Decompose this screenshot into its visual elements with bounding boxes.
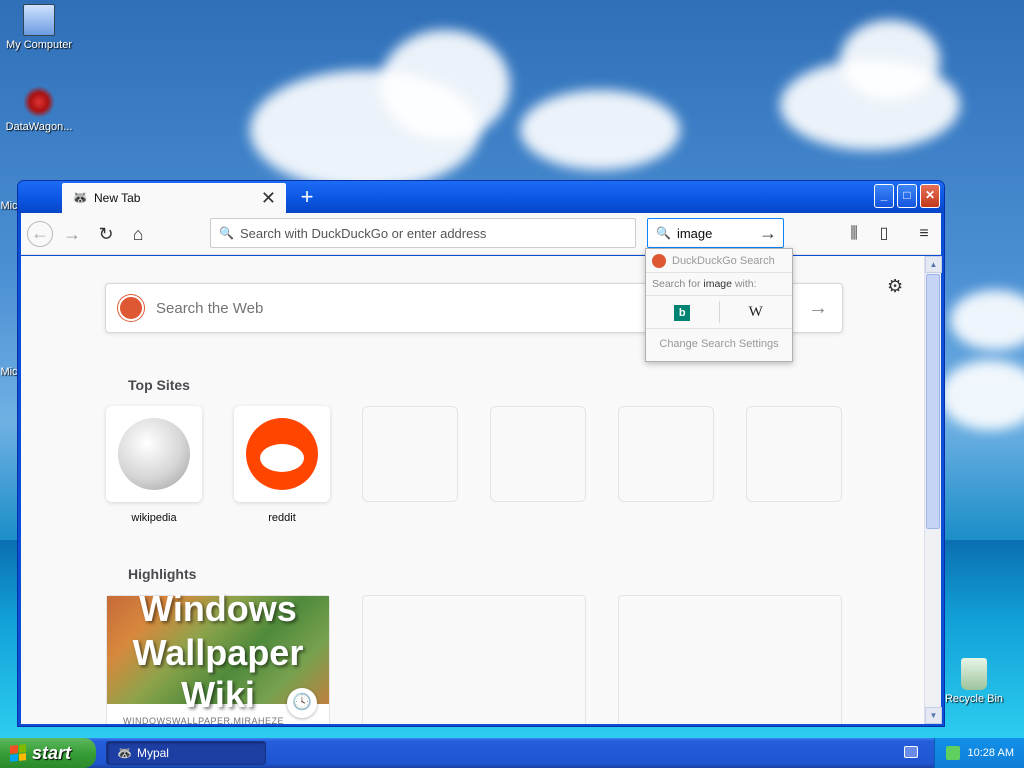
top-site-label: reddit — [268, 512, 296, 524]
tab-close-icon[interactable]: ✕ — [261, 189, 276, 207]
taskbar: start 🦝 Mypal 10:28 AM — [0, 738, 1024, 768]
search-for-suffix: with: — [734, 278, 757, 290]
search-suggestions-popup: DuckDuckGo Search Search for image with:… — [645, 248, 793, 362]
desktop-icon-label: Recycle Bin — [944, 693, 1004, 705]
desktop-icon-label: DataWagon... — [5, 121, 73, 133]
highlight-card[interactable]: Windows Wallpaper Wiki 🕓 WINDOWSWALLPAPE… — [106, 590, 330, 724]
highlight-thumbnail: Windows Wallpaper Wiki — [107, 590, 329, 714]
top-site-empty[interactable] — [490, 406, 586, 502]
popup-engine-header[interactable]: DuckDuckGo Search — [646, 249, 792, 273]
network-icon[interactable] — [945, 746, 960, 760]
mypal-favicon-icon: 🦝 — [72, 190, 89, 205]
clock[interactable]: 10:28 AM — [968, 747, 1014, 759]
engine-bing-button[interactable]: b — [646, 301, 720, 323]
search-go-arrow-icon[interactable]: → — [759, 223, 783, 244]
change-search-settings[interactable]: Change Search Settings — [646, 329, 792, 359]
browser-window: 🦝 New Tab ✕ + _ □ ✕ ← → ↻ ⌂ 🔍 Search wit… — [17, 180, 945, 727]
search-icon: 🔍 — [219, 226, 234, 240]
datawagon-icon — [23, 86, 55, 118]
clock-icon: 🕓 — [287, 688, 317, 718]
gear-icon[interactable]: ⚙ — [887, 276, 903, 297]
desktop-icon-label: My Computer — [5, 39, 73, 51]
nav-toolbar: ← → ↻ ⌂ 🔍 Search with DuckDuckGo or ente… — [21, 213, 941, 255]
sidebar-icon[interactable]: ▯ — [871, 221, 897, 247]
close-button[interactable]: ✕ — [920, 184, 940, 208]
reddit-icon — [246, 418, 318, 490]
top-site-wikipedia[interactable] — [106, 406, 202, 502]
search-for-text: Search for image with: — [646, 273, 792, 295]
mypal-icon: 🦝 — [117, 746, 132, 760]
start-label: start — [32, 742, 72, 763]
home-button[interactable]: ⌂ — [125, 221, 151, 247]
search-for-prefix: Search for — [652, 278, 701, 290]
menu-icon[interactable]: ≡ — [911, 221, 937, 247]
highlight-empty — [362, 595, 586, 724]
title-bar[interactable]: 🦝 New Tab ✕ + _ □ ✕ — [18, 181, 944, 213]
desktop-icon-my-computer[interactable]: My Computer — [0, 4, 78, 51]
scroll-down-icon[interactable]: ▼ — [925, 707, 942, 724]
desktop-icon-label: Mic — [0, 366, 18, 378]
reload-button[interactable]: ↻ — [93, 221, 119, 247]
taskbar-item-label: Mypal — [136, 746, 169, 760]
recycle-bin-icon — [961, 658, 987, 690]
search-for-term: image — [703, 278, 732, 290]
highlight-domain: WINDOWSWALLPAPER.MIRAHEZE — [123, 716, 285, 724]
vertical-scrollbar[interactable]: ▲ ▼ — [924, 256, 942, 724]
library-icon[interactable]: ⫼ — [841, 221, 867, 247]
keyboard-icon[interactable] — [904, 746, 918, 758]
highlight-empty — [618, 595, 842, 724]
search-bar[interactable]: 🔍 image → — [647, 218, 784, 248]
wikipedia-icon: W — [748, 304, 763, 320]
scroll-up-icon[interactable]: ▲ — [925, 256, 942, 273]
top-site-label: wikipedia — [131, 512, 177, 524]
maximize-button[interactable]: □ — [897, 184, 917, 208]
new-tab-button[interactable]: + — [294, 185, 320, 211]
highlights-title: Highlights — [128, 566, 197, 582]
one-off-engines: b W — [646, 295, 792, 329]
tab-new-tab[interactable]: 🦝 New Tab ✕ — [62, 183, 286, 213]
wikipedia-icon — [118, 418, 190, 490]
windows-logo-icon — [10, 744, 26, 762]
engine-header-label: DuckDuckGo Search — [672, 254, 775, 267]
scroll-thumb[interactable] — [926, 274, 940, 529]
back-button[interactable]: ← — [27, 221, 53, 247]
tab-title: New Tab — [94, 191, 141, 205]
top-site-reddit[interactable] — [234, 406, 330, 502]
url-placeholder: Search with DuckDuckGo or enter address — [239, 225, 487, 241]
desktop-icon-datawagon[interactable]: DataWagon... — [0, 86, 78, 133]
forward-button[interactable]: → — [59, 221, 85, 247]
web-search-arrow-icon[interactable]: → — [808, 297, 842, 320]
duckduckgo-icon — [118, 295, 144, 321]
system-tray: 10:28 AM — [934, 738, 1024, 768]
bing-icon: b — [674, 305, 691, 321]
top-site-empty[interactable] — [746, 406, 842, 502]
url-bar[interactable]: 🔍 Search with DuckDuckGo or enter addres… — [210, 218, 636, 248]
computer-icon — [23, 4, 55, 36]
duckduckgo-icon — [652, 253, 666, 268]
engine-wikipedia-button[interactable]: W — [720, 301, 793, 323]
top-site-empty[interactable] — [618, 406, 714, 502]
search-input[interactable]: image — [677, 226, 759, 241]
taskbar-item-mypal[interactable]: 🦝 Mypal — [106, 741, 266, 765]
top-sites-title: Top Sites — [128, 377, 190, 393]
minimize-button[interactable]: _ — [874, 184, 894, 208]
desktop-icon-recycle-bin[interactable]: Recycle Bin — [935, 658, 1013, 705]
thumbnail-text: Windows — [139, 588, 297, 629]
top-site-empty[interactable] — [362, 406, 458, 502]
thumbnail-text: Wallpaper — [132, 632, 304, 673]
desktop-icon-label: Mic — [0, 200, 18, 212]
search-icon: 🔍 — [656, 226, 671, 240]
start-button[interactable]: start — [0, 738, 96, 768]
